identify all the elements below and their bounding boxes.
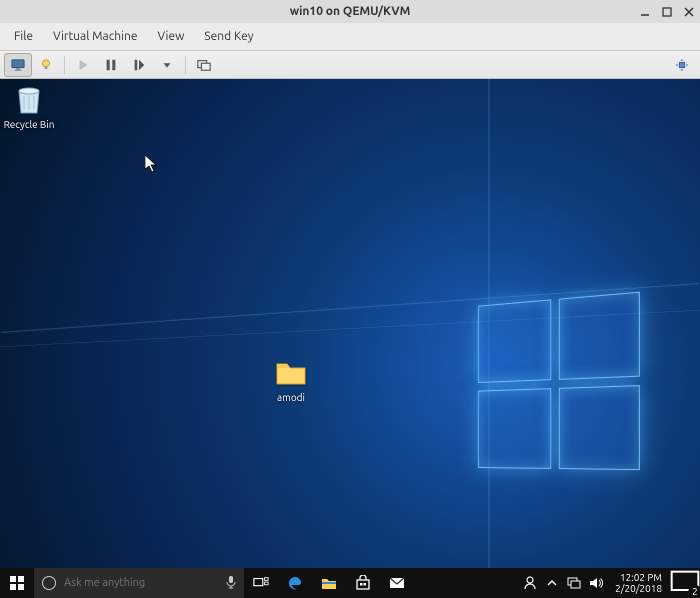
play-icon [76,58,90,72]
close-icon [684,7,694,17]
menubar: File Virtual Machine View Send Key [0,23,700,51]
windows-logo-wallpaper [478,292,640,471]
menu-send-key[interactable]: Send Key [194,26,263,47]
recycle-bin-icon [11,81,47,117]
desktop-icon-label: Recycle Bin [0,119,66,130]
action-center-button[interactable]: 2 [670,568,700,598]
menu-file[interactable]: File [4,26,43,47]
search-input[interactable] [64,577,218,589]
notification-icon: 2 [670,570,700,597]
toolbar-separator [185,56,186,74]
chevron-down-icon [160,58,174,72]
menu-view[interactable]: View [148,26,195,47]
fullscreen-icon [675,58,689,72]
taskbar-clock[interactable]: 12:02 PM 2/20/2018 [607,572,670,594]
show-console-button[interactable] [4,53,32,77]
desktop-icon-label: amodi [254,392,328,403]
taskbar-app-edge[interactable] [278,568,312,598]
task-view-icon [253,575,269,591]
shutdown-menu-button[interactable] [153,53,181,77]
folder-icon [273,354,309,390]
system-tray: 12:02 PM 2/20/2018 2 [519,568,700,598]
edge-icon [287,575,303,591]
close-button[interactable] [682,5,696,19]
minimize-button[interactable] [638,5,652,19]
microphone-icon[interactable] [226,575,236,592]
menu-virtual-machine[interactable]: Virtual Machine [43,26,148,47]
volume-icon [588,575,604,591]
desktop-icon-recycle-bin[interactable]: Recycle Bin [0,81,66,130]
fullscreen-button[interactable] [668,53,696,77]
tray-chevron-up[interactable] [541,568,563,598]
lightbulb-icon [39,58,53,72]
cortana-icon [42,576,56,590]
run-button[interactable] [69,53,97,77]
clock-time: 12:02 PM [615,572,662,583]
pause-icon [104,58,118,72]
windows-icon [9,575,25,591]
shutdown-button[interactable] [125,53,153,77]
mail-icon [389,575,405,591]
show-details-button[interactable] [32,53,60,77]
maximize-button[interactable] [660,5,674,19]
svg-text:2: 2 [692,586,698,597]
task-view-button[interactable] [244,568,278,598]
tray-volume-icon[interactable] [585,568,607,598]
file-explorer-icon [321,575,337,591]
chevron-up-icon [544,575,560,591]
taskbar: 12:02 PM 2/20/2018 2 [0,568,700,598]
tray-people-icon[interactable] [519,568,541,598]
guest-desktop[interactable]: Recycle Bin amodi [0,79,700,598]
taskbar-app-explorer[interactable] [312,568,346,598]
mouse-cursor [145,155,157,173]
toolbar [0,51,700,79]
maximize-icon [662,7,672,17]
snapshots-button[interactable] [190,53,218,77]
toolbar-separator [64,56,65,74]
host-window-title: win10 on QEMU/KVM [6,5,694,18]
minimize-icon [640,7,650,17]
power-icon [132,58,146,72]
start-button[interactable] [0,568,34,598]
cortana-search[interactable] [34,568,244,598]
clock-date: 2/20/2018 [615,583,662,594]
people-icon [522,575,538,591]
network-icon [566,575,582,591]
monitor-icon [11,58,25,72]
desktop-icon-folder[interactable]: amodi [254,354,328,403]
tray-network-icon[interactable] [563,568,585,598]
snapshot-icon [197,58,211,72]
host-window-controls [638,5,696,19]
store-icon [355,575,371,591]
host-titlebar: win10 on QEMU/KVM [0,0,700,23]
taskbar-app-store[interactable] [346,568,380,598]
pause-button[interactable] [97,53,125,77]
taskbar-app-mail[interactable] [380,568,414,598]
